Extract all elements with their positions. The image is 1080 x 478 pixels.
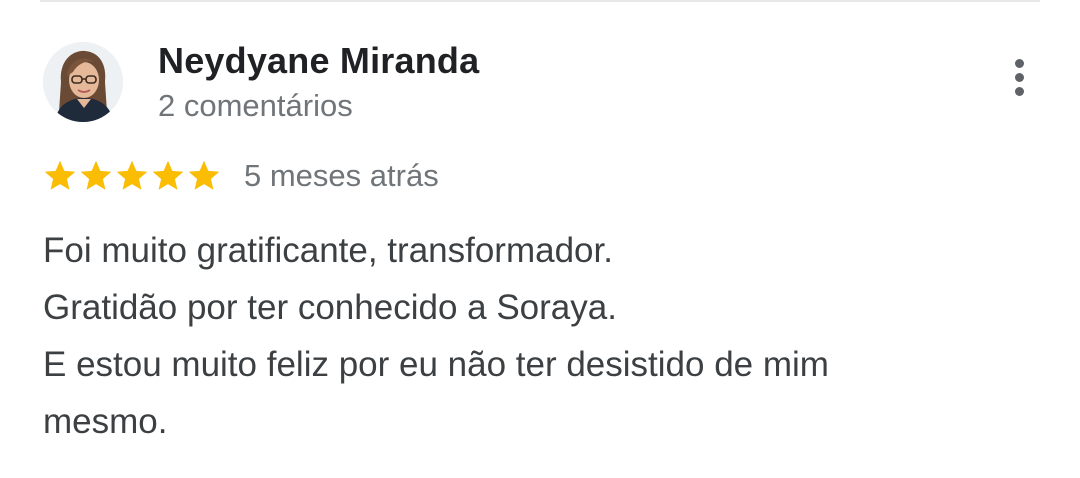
- author-review-count: 2 comentários: [158, 88, 353, 123]
- author-avatar[interactable]: [43, 42, 123, 122]
- more-vert-icon-dot: [1014, 86, 1024, 96]
- star-icon: [80, 160, 112, 190]
- star-icon: [188, 160, 220, 190]
- avatar-photo: [43, 42, 123, 122]
- review-text-line: Foi muito gratificante, transformador.: [43, 231, 613, 270]
- star-icon: [152, 160, 184, 190]
- review-text-line: E estou muito feliz por eu não ter desis…: [43, 345, 829, 384]
- rating-row: 5 meses atrás: [42, 154, 439, 198]
- author-name[interactable]: Neydyane Miranda: [158, 40, 479, 82]
- star-icon: [116, 160, 148, 190]
- top-divider: [40, 0, 1040, 2]
- review-text-line: mesmo.: [43, 402, 168, 441]
- more-vert-icon-dot: [1014, 58, 1024, 68]
- review-date: 5 meses atrás: [244, 158, 439, 193]
- star-icon: [44, 160, 76, 190]
- more-vert-icon-dot: [1014, 72, 1024, 82]
- star-rating: [42, 158, 222, 194]
- review-text-line: Gratidão por ter conhecido a Soraya.: [43, 288, 617, 327]
- review-text: Foi muito gratificante, transformador. G…: [43, 222, 1023, 450]
- more-options-button[interactable]: [996, 52, 1042, 102]
